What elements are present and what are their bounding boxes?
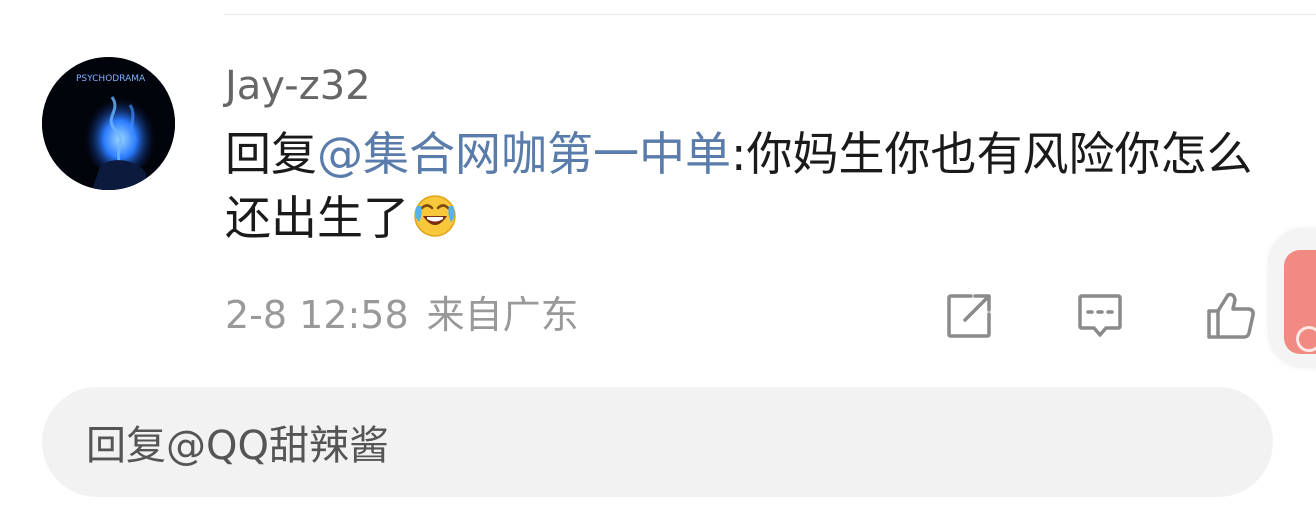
comment-location: 来自广东 [426,293,579,337]
comment-text: 回复@集合网咖第一中单:你妈生你也有风险你怎么还出生了 [225,122,1270,250]
laughing-crying-emoji-icon [414,195,456,237]
mention-link[interactable]: @集合网咖第一中单 [317,127,731,181]
avatar-image: PSYCHODRAMA [42,57,175,190]
avatar[interactable]: PSYCHODRAMA [42,57,175,190]
like-button[interactable] [1203,288,1259,344]
comment-time: 2-8 12:58 [225,293,409,337]
reply-prefix: 回复 [225,127,317,181]
username[interactable]: Jay-z32 [225,62,371,110]
reply-placeholder: 回复@QQ甜辣酱 [86,423,389,469]
top-divider [224,14,1316,15]
comment-meta: 2-8 12:58 来自广东 [225,292,579,338]
reply-input[interactable]: 回复@QQ甜辣酱 [42,387,1273,497]
like-icon [1207,292,1255,339]
floating-side-icon [1284,250,1316,354]
comment-button[interactable] [1072,288,1128,344]
comment-icon [1078,294,1122,337]
floating-side-button[interactable] [1268,228,1316,368]
avatar-text: PSYCHODRAMA [76,74,146,84]
share-button[interactable] [941,288,997,344]
share-icon [947,294,991,338]
